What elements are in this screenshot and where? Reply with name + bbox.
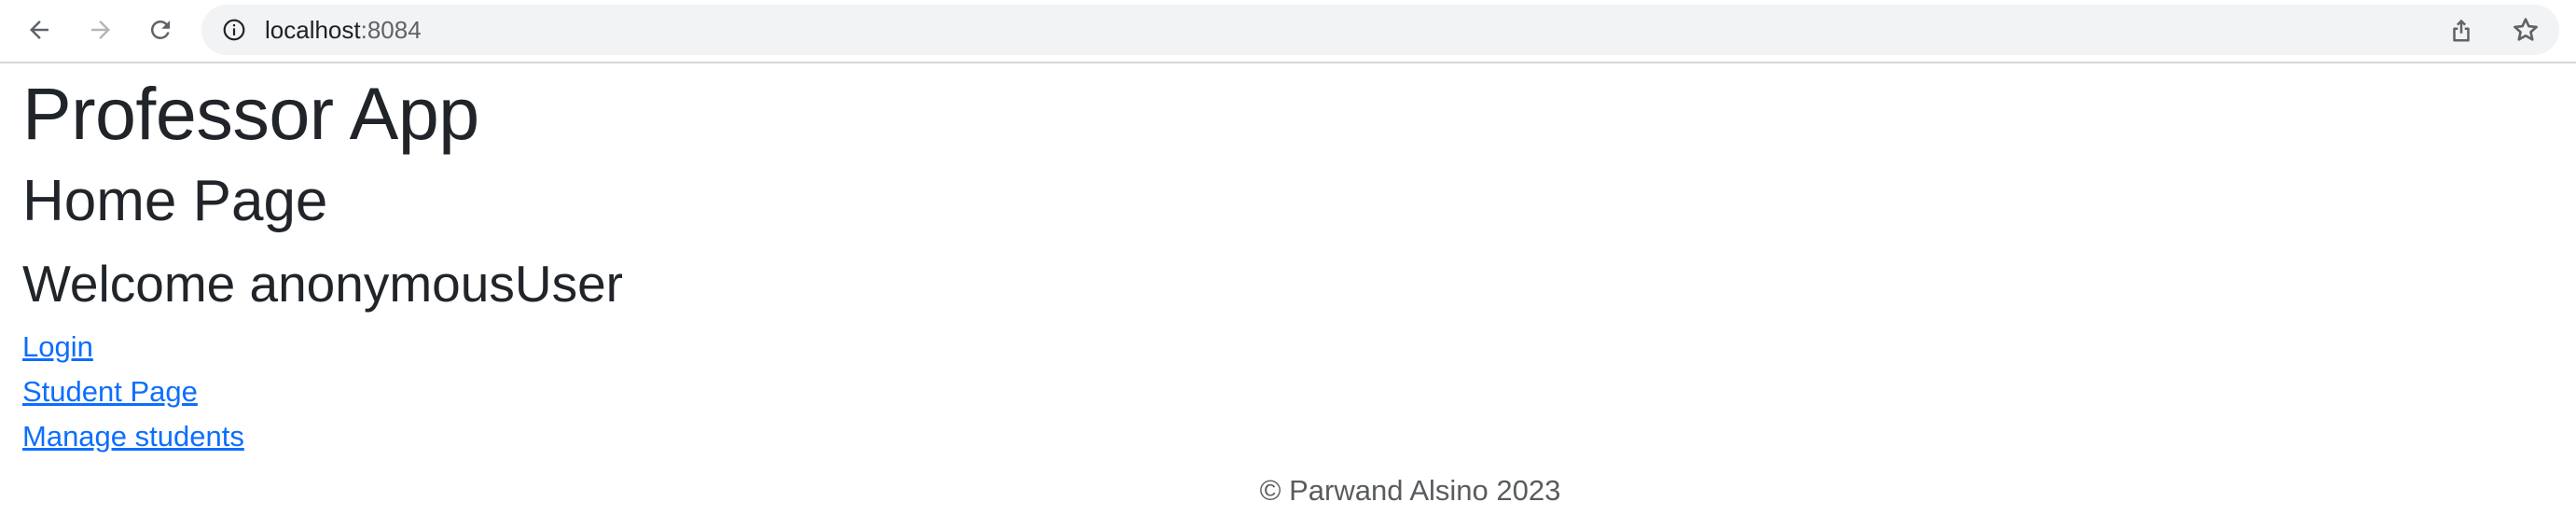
student-page-link[interactable]: Student Page xyxy=(22,370,623,414)
reload-icon xyxy=(150,20,170,39)
address-bar[interactable]: localhost:8084 xyxy=(201,5,2559,55)
welcome-message: Welcome anonymousUser xyxy=(22,255,623,313)
page-title: Home Page xyxy=(22,169,328,233)
reload-button[interactable] xyxy=(142,11,179,49)
url-text[interactable]: localhost:8084 xyxy=(265,17,422,43)
star-icon[interactable] xyxy=(2511,15,2541,45)
footer-copyright: © Parwand Alsino 2023 xyxy=(1259,474,1561,507)
url-host: localhost xyxy=(265,16,361,44)
arrow-left-icon xyxy=(30,21,48,39)
app-title: Professor App xyxy=(22,72,479,155)
url-port: :8084 xyxy=(360,16,422,44)
login-link[interactable]: Login xyxy=(22,325,623,370)
manage-students-link[interactable]: Manage students xyxy=(22,414,623,459)
forward-button[interactable] xyxy=(82,11,119,49)
share-icon[interactable] xyxy=(2447,16,2475,44)
page-content: Professor App Home Page Welcome anonymou… xyxy=(22,65,623,459)
back-button[interactable] xyxy=(21,11,58,49)
info-circle-icon[interactable] xyxy=(222,18,246,42)
arrow-right-icon xyxy=(91,21,110,39)
browser-toolbar: localhost:8084 xyxy=(0,0,2576,63)
nav-links: Login Student Page Manage students xyxy=(22,325,623,459)
